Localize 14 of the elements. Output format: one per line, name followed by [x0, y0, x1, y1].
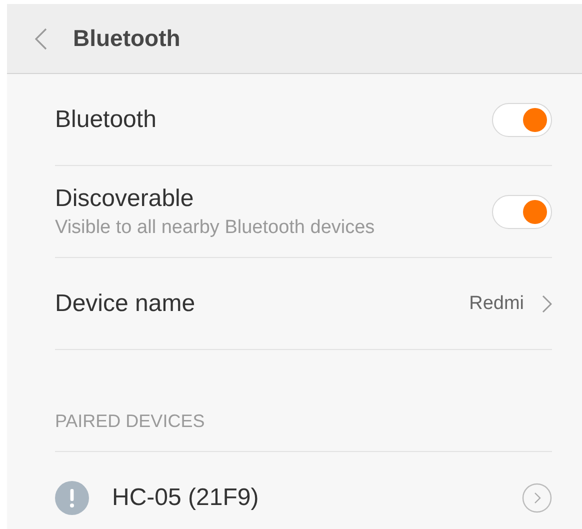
toggle-switch[interactable]: [492, 102, 552, 136]
warning-icon: [55, 481, 89, 515]
setting-label: Bluetooth: [55, 106, 158, 134]
device-name[interactable]: HC-05 (21F9): [112, 484, 522, 512]
setting-label: Discoverable: [55, 184, 195, 212]
setting-label: Device name: [55, 290, 196, 318]
chevron-right-icon[interactable]: [542, 294, 552, 312]
setting-value: Redmi: [469, 292, 524, 314]
page-title: Bluetooth: [73, 25, 180, 52]
details-chevron-icon[interactable]: [522, 483, 552, 513]
setting-description: Visible to all nearby Bluetooth devices: [55, 216, 376, 238]
back-icon[interactable]: [35, 28, 47, 50]
section-heading: PAIRED DEVICES: [55, 411, 205, 433]
toggle-switch[interactable]: [492, 194, 552, 228]
